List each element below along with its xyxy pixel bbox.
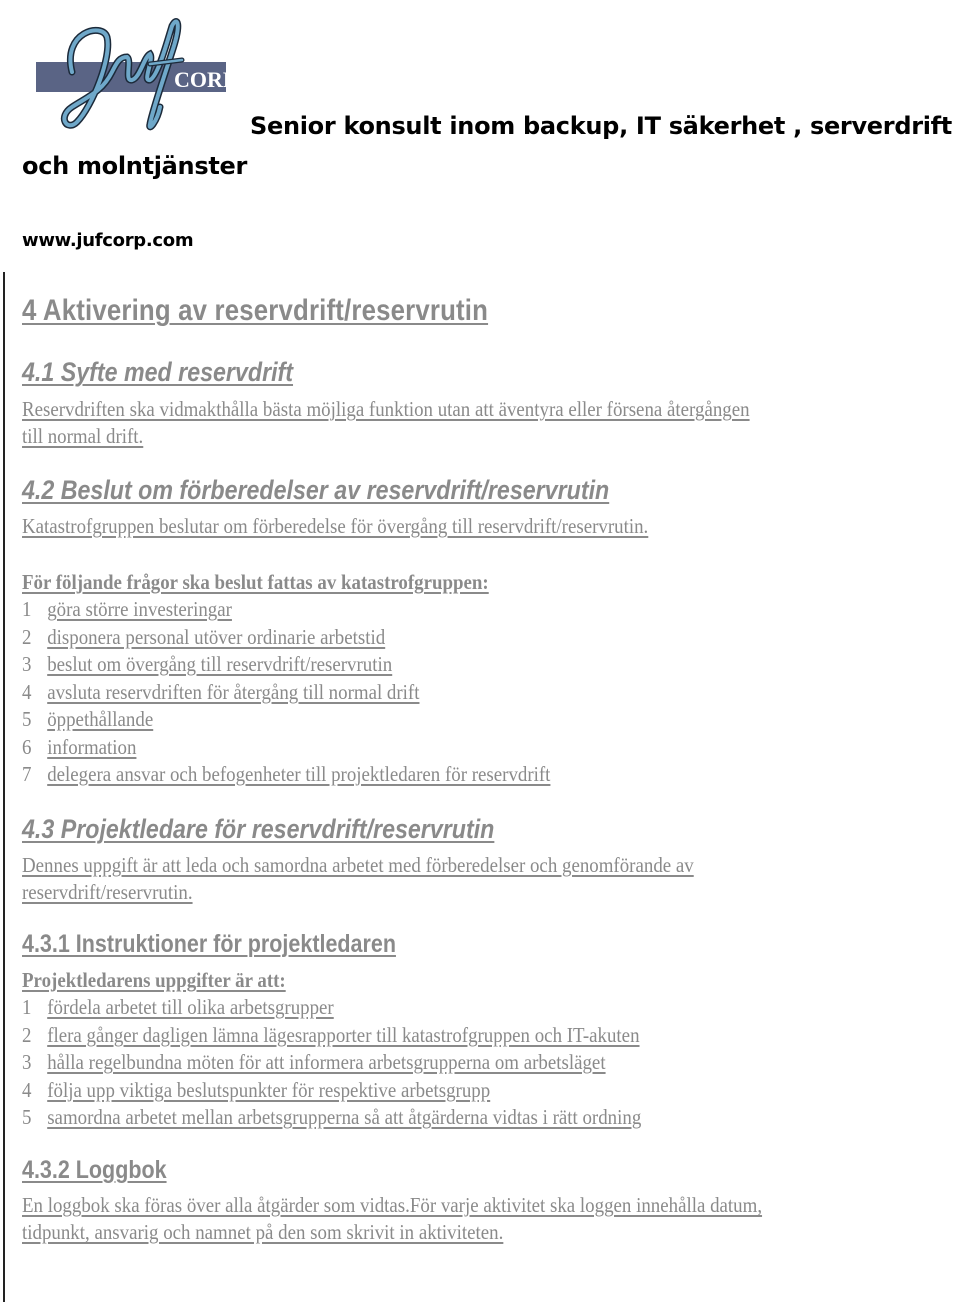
list-item-text: disponera personal utöver ordinarie arbe… (47, 625, 386, 649)
tagline-continuation: och molntjänster (22, 152, 248, 180)
list-item-text: göra större investeringar (47, 597, 232, 621)
list-item: 7 delegera ansvar och befogenheter till p… (22, 762, 550, 787)
list-item: 1 fördela arbetet till olika arbetsgruppe… (22, 995, 334, 1020)
list-item-text: delegera ansvar och befogenheter till pr… (47, 762, 551, 786)
list-item-number: 7 (22, 762, 32, 786)
list-item-number: 4 (22, 1078, 32, 1102)
list-item: 2 flera gånger dagligen lämna lägesrappor… (22, 1023, 640, 1048)
list-item-number: 3 (22, 652, 32, 676)
section-4-3-2-body-line2: tidpunkt, ansvarig och namnet på den som… (22, 1220, 504, 1244)
list-item-text: samordna arbetet mellan arbetsgrupperna … (47, 1105, 642, 1129)
list-item: 2 disponera personal utöver ordinarie arb… (22, 625, 385, 650)
list-item-number: 2 (22, 625, 32, 649)
website-url[interactable]: www.jufcorp.com (22, 230, 194, 251)
list-item: 5 öppethållande (22, 707, 153, 732)
list-item-text: flera gånger dagligen lämna lägesrapport… (47, 1023, 640, 1047)
list-item: 5 samordna arbetet mellan arbetsgrupperna… (22, 1105, 641, 1130)
list-item-text: beslut om övergång till reservdrift/rese… (47, 652, 393, 676)
list-item-number: 5 (22, 1105, 32, 1129)
section-4-1-heading: 4.1 Syfte med reservdrift (22, 357, 294, 387)
list-item-text: hålla regelbundna möten för att informer… (47, 1050, 606, 1074)
list-item-number: 4 (22, 680, 32, 704)
jufcorp-logo: CORP. (32, 12, 240, 136)
logo-graphic: CORP. (36, 18, 240, 131)
list-item: 4 följa upp viktiga beslutspunkter för re… (22, 1078, 490, 1103)
section-4-2-heading: 4.2 Beslut om förberedelser av reservdri… (22, 475, 610, 505)
logo-corp-text: CORP. (174, 67, 232, 92)
section-4-3-1-heading: 4.3.1 Instruktioner för projektledaren (22, 930, 396, 958)
list-item-text: information (47, 735, 137, 759)
list-item-text: fördela arbetet till olika arbetsgrupper (47, 995, 334, 1019)
list-item: 3 hålla regelbundna möten för att informe… (22, 1050, 606, 1075)
list-item-number: 2 (22, 1023, 32, 1047)
list-item-text: avsluta reservdriften för återgång till … (47, 680, 420, 704)
list-item: 1 göra större investeringar (22, 597, 232, 622)
list-item-number: 3 (22, 1050, 32, 1074)
list-item-number: 1 (22, 597, 32, 621)
list-item: 3 beslut om övergång till reservdrift/res… (22, 652, 392, 677)
section-4-3-heading: 4.3 Projektledare för reservdrift/reserv… (22, 814, 495, 844)
list-item-text: öppethållande (47, 707, 154, 731)
section-4-3-2-body-line1: En loggbok ska föras över alla åtgärder … (22, 1193, 763, 1217)
section-4-2-body: Katastrofgruppen beslutar om förberedels… (22, 514, 649, 538)
section-4-3-1-list-lead: Projektledarens uppgifter är att: (22, 968, 286, 992)
list-item: 6 information (22, 735, 136, 760)
margin-bar (3, 272, 5, 1302)
section-4-1-body-line2: till normal drift. (22, 424, 144, 448)
section-4-3-body-line2: reservdrift/reservrutin. (22, 880, 193, 904)
list-item-number: 1 (22, 995, 32, 1019)
list-item-number: 6 (22, 735, 32, 759)
section-4-heading: 4 Aktivering av reservdrift/reservrutin (22, 294, 489, 327)
list-item-number: 5 (22, 707, 32, 731)
section-4-2-list-lead: För följande frågor ska beslut fattas av… (22, 570, 489, 594)
section-4-3-body-line1: Dennes uppgift är att leda och samordna … (22, 853, 694, 877)
tagline: Senior konsult inom backup, IT säkerhet … (250, 112, 952, 140)
section-4-3-2-heading: 4.3.2 Loggbok (22, 1156, 167, 1184)
section-4-1-body-line1: Reservdriften ska vidmakthålla bästa möj… (22, 397, 750, 421)
list-item-text: följa upp viktiga beslutspunkter för res… (47, 1078, 491, 1102)
list-item: 4 avsluta reservdriften för återgång till… (22, 680, 419, 705)
